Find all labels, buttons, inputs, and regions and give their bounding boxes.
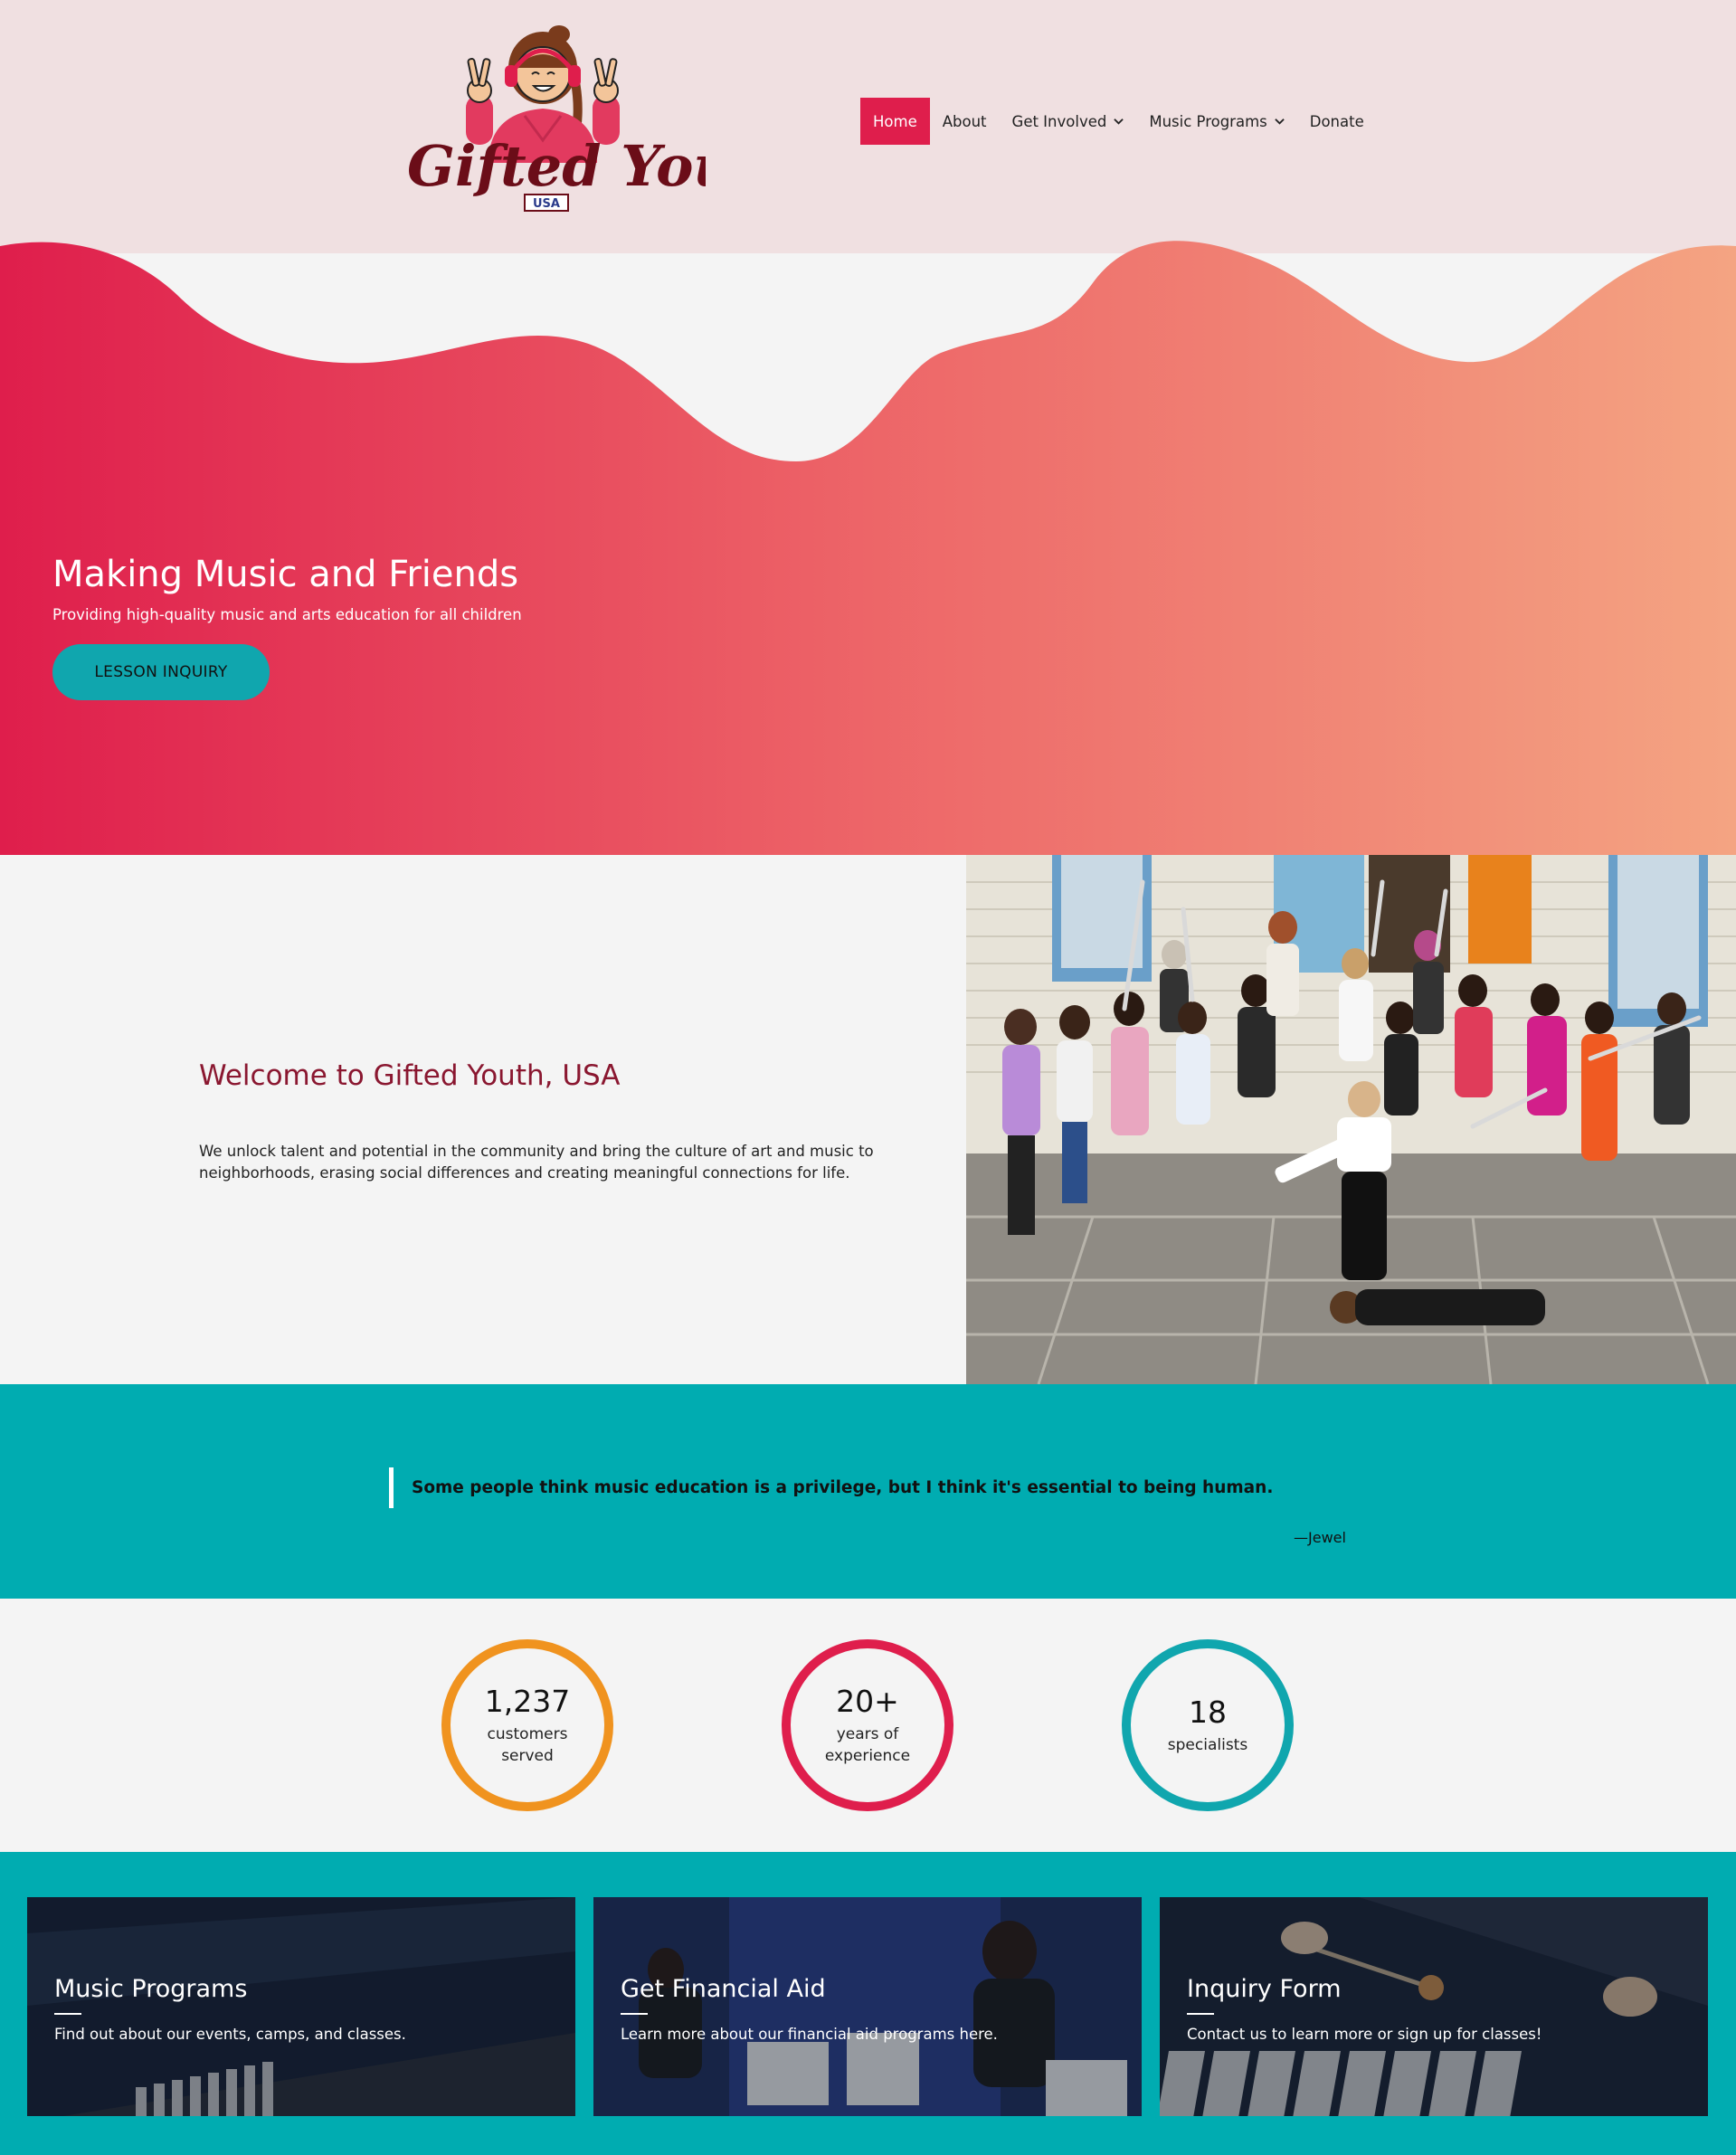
welcome-section: Welcome to Gifted Youth, USA We unlock t…: [0, 855, 966, 1384]
nav-about-label: About: [942, 112, 987, 130]
site-header: Gifted Youth USA Home About Get Involved…: [0, 0, 1736, 253]
stat-number: 18: [1189, 1695, 1227, 1730]
xylophone-photo: [1160, 1897, 1708, 2116]
hero-section: Making Music and Friends Providing high-…: [0, 235, 1736, 855]
card-description: Learn more about our financial aid progr…: [621, 2026, 998, 2043]
hero-wave-background: [0, 241, 1736, 855]
card-rule: [621, 2013, 648, 2015]
card-description: Find out about our events, camps, and cl…: [54, 2026, 406, 2043]
nav-get-involved[interactable]: Get Involved: [1000, 98, 1137, 145]
piano-photo: [27, 1897, 575, 2116]
card-inquiry-form[interactable]: Inquiry Form Contact us to learn more or…: [1160, 1897, 1708, 2116]
nav-home[interactable]: Home: [860, 98, 930, 145]
feature-cards-section: Music Programs Find out about our events…: [0, 1852, 1736, 2155]
chevron-down-icon: [1114, 118, 1124, 125]
svg-text:USA: USA: [533, 197, 560, 211]
chevron-down-icon: [1275, 118, 1285, 125]
hero-subtitle: Providing high-quality music and arts ed…: [52, 606, 522, 623]
gifted-youth-logo[interactable]: Gifted Youth USA: [389, 18, 801, 226]
stat-specialists: 18 specialists: [1122, 1639, 1294, 1811]
quote-text: Some people think music education is a p…: [412, 1478, 1274, 1497]
nav-get-involved-label: Get Involved: [1011, 112, 1107, 130]
card-title: Get Financial Aid: [621, 1975, 826, 2003]
stat-number: 20+: [836, 1684, 899, 1719]
group-photo: [966, 855, 1736, 1384]
quote-author: —Jewel: [1294, 1529, 1346, 1546]
nav-about[interactable]: About: [930, 98, 1000, 145]
card-rule: [1187, 2013, 1214, 2015]
lesson-inquiry-button[interactable]: LESSON INQUIRY: [52, 644, 270, 700]
welcome-heading: Welcome to Gifted Youth, USA: [199, 1059, 621, 1092]
nav-home-label: Home: [873, 112, 917, 130]
nav-donate[interactable]: Donate: [1297, 98, 1377, 145]
nav-music-programs-label: Music Programs: [1149, 112, 1267, 130]
nav-donate-label: Donate: [1309, 112, 1364, 130]
stat-label: specialists: [1167, 1736, 1248, 1754]
stat-label: years of experience: [824, 1725, 911, 1765]
card-rule: [54, 2013, 81, 2015]
quote-bar: [389, 1467, 394, 1508]
card-financial-aid[interactable]: Get Financial Aid Learn more about our f…: [593, 1897, 1142, 2116]
stat-experience: 20+ years of experience: [782, 1639, 953, 1811]
card-description: Contact us to learn more or sign up for …: [1187, 2026, 1542, 2043]
stat-label: customers served: [487, 1725, 568, 1765]
welcome-body: We unlock talent and potential in the co…: [199, 1143, 874, 1182]
stat-number: 1,237: [484, 1684, 571, 1719]
nav-music-programs[interactable]: Music Programs: [1136, 98, 1296, 145]
main-nav: Home About Get Involved Music Programs D…: [860, 98, 1377, 145]
card-title: Music Programs: [54, 1975, 248, 2003]
logo-wordmark: Gifted Youth: [407, 133, 706, 199]
hero-title: Making Music and Friends: [52, 554, 519, 595]
orchestra-photo: [593, 1897, 1142, 2116]
stat-customers: 1,237 customers served: [441, 1639, 613, 1811]
stats-section: 1,237 customers served 20+ years of expe…: [0, 1599, 1736, 1852]
card-title: Inquiry Form: [1187, 1975, 1342, 2003]
card-music-programs[interactable]: Music Programs Find out about our events…: [27, 1897, 575, 2116]
quote-section: Some people think music education is a p…: [0, 1384, 1736, 1599]
